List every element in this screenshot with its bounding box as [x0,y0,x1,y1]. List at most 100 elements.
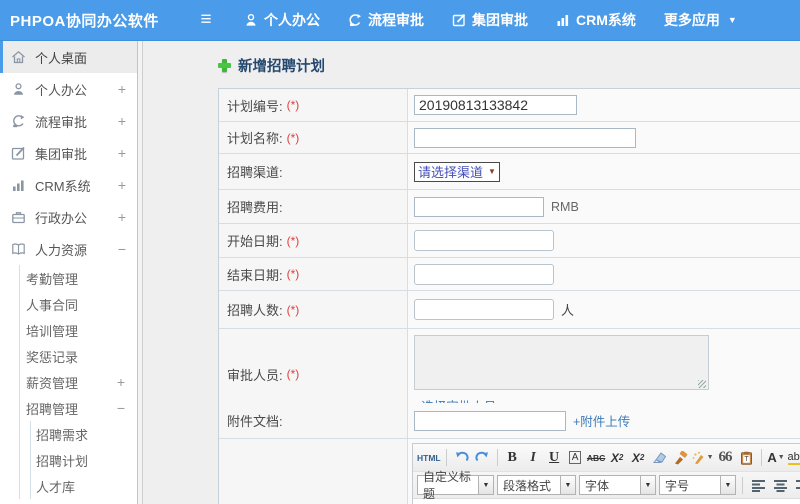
topnav-label: 更多应用 [663,12,720,28]
sidebar-item-rewards[interactable]: 奖惩记录 [20,343,137,369]
sidebar-item-recruit-demand[interactable]: 招聘需求 [31,421,137,447]
topnav-label: 个人办公 [264,12,320,28]
plan-no-input[interactable] [414,95,577,115]
sidebar-item-hr-contract[interactable]: 人事合同 [20,291,137,317]
select-caret-icon: ▼ [488,167,496,176]
edit-icon [452,13,466,27]
sidebar-item-attendance[interactable]: 考勤管理 [20,265,137,291]
align-left-button[interactable] [749,475,768,496]
sidebar-item-recruit-mgmt[interactable]: 招聘管理 − [20,395,137,421]
form-row-plan-name: 计划名称: (*) [219,121,800,153]
expand-plus-icon[interactable]: + [118,81,126,97]
sidebar-item-recruit-plan[interactable]: 招聘计划 [31,447,137,473]
sidebar-item-talent-pool[interactable]: 人才库 [31,473,137,499]
sidebar-item-group-approval[interactable]: 集团审批 + [0,137,137,169]
eraser-button[interactable] [650,447,669,468]
field-label: 招聘人数: (*) [219,291,408,328]
sidebar-item-crm[interactable]: CRM系统 + [0,169,137,201]
quote-button[interactable]: 66 [716,447,735,468]
topnav-personal-office[interactable]: 个人办公 [244,10,320,30]
sidebar-item-label: 招聘计划 [36,453,89,469]
required-mark: (*) [286,367,300,381]
channel-select[interactable]: 请选择渠道 ▼ [414,161,500,182]
bold-button[interactable]: B [503,447,522,468]
channel-select-value: 请选择渠道 [418,165,484,180]
flow-icon [348,13,362,27]
page-title-text: 新增招聘计划 [238,58,325,75]
format-brush-button[interactable] [671,447,690,468]
expand-plus-icon[interactable]: + [118,177,126,193]
sidebar-submenu-hr: 考勤管理 人事合同 培训管理 奖惩记录 薪资管理 + 招聘管理 − 招聘需求 招聘计… [19,265,137,499]
toolbar-separator [445,449,447,466]
italic-button[interactable]: I [524,447,543,468]
field-label: 计划编号: (*) [219,89,408,121]
border-a-button[interactable]: A [566,447,585,468]
topnav-label: 流程审批 [368,12,424,28]
html-source-button[interactable]: HTML [417,447,441,468]
expand-plus-icon[interactable]: + [118,113,126,129]
plan-name-input[interactable] [414,127,636,148]
topnav-group-approval[interactable]: 集团审批 [452,10,528,30]
attachment-upload-link[interactable]: +附件上传 [573,411,630,430]
start-date-input[interactable] [414,230,554,251]
sidebar-item-personal-office[interactable]: 个人办公 + [0,73,137,105]
paste-text-button[interactable]: T [737,447,756,468]
topnav-more-apps[interactable]: 更多应用 ▼ [664,10,737,30]
sidebar-item-label: 集团审批 [35,146,88,162]
expand-plus-icon[interactable]: + [118,145,126,161]
collapse-minus-icon[interactable]: − [118,241,126,257]
align-right-button[interactable] [793,475,800,496]
editor-toolbar-row1: HTML B I U A ABC X2 X2 ▼ 66 T A ▼ ab [413,444,800,471]
sidebar-item-label: 个人桌面 [35,50,88,66]
hamburger-menu-icon[interactable]: ≡ [186,9,226,31]
autotype-button[interactable]: ▼ [692,447,714,468]
edit-icon [11,146,27,160]
font-family-select[interactable]: 字体 ▼ [579,475,656,495]
approvers-textarea[interactable] [414,335,709,390]
custom-title-select[interactable]: 自定义标题 ▼ [417,470,494,501]
align-center-icon [774,479,787,492]
attachment-input[interactable] [414,410,566,431]
svg-text:T: T [744,456,749,463]
collapse-minus-icon[interactable]: − [117,400,125,416]
book-icon [11,242,27,256]
undo-button[interactable] [452,447,471,468]
recruitment-plan-form: 计划编号:(*) 计划名称:(*) 招聘渠道: 请选择渠道 ▼ 招聘费用: RM… [218,88,800,504]
underline-button[interactable]: U [545,447,564,468]
redo-button[interactable] [473,447,492,468]
superscript-button[interactable]: X2 [608,447,627,468]
required-mark: (*) [286,302,300,317]
font-size-select[interactable]: 字号 ▼ [659,475,736,495]
topnav-flow-approval[interactable]: 流程审批 [348,10,424,30]
sidebar-item-desktop[interactable]: 个人桌面 [0,41,137,73]
caret-down-icon: ▼ [720,476,735,494]
expand-plus-icon[interactable]: + [117,374,125,390]
subscript-mark: 2 [639,453,645,462]
form-row-content-editor: HTML B I U A ABC X2 X2 ▼ 66 T A ▼ ab 自定义… [219,438,800,504]
align-center-button[interactable] [771,475,790,496]
strikethrough-button[interactable]: ABC [587,447,606,468]
field-label: 附件文档: [219,403,408,438]
font-color-glyph: A [767,450,777,465]
custom-title-select-value: 自定义标题 [423,470,472,501]
headcount-input[interactable] [414,299,554,320]
sidebar-item-salary[interactable]: 薪资管理 + [20,369,137,395]
subscript-button[interactable]: X2 [629,447,648,468]
sidebar-item-flow-approval[interactable]: 流程审批 + [0,105,137,137]
toolbar-separator [760,449,762,466]
eraser-icon [652,452,666,463]
form-row-channel: 招聘渠道: 请选择渠道 ▼ [219,153,800,189]
font-color-button[interactable]: A ▼ [767,447,786,468]
sidebar-item-training[interactable]: 培训管理 [20,317,137,343]
fee-input[interactable] [414,196,544,217]
sidebar-item-admin-office[interactable]: 行政办公 + [0,201,137,233]
field-value [408,122,800,153]
sidebar-item-hr[interactable]: 人力资源 − [0,233,137,265]
highlight-color-button[interactable]: ab▼ [787,447,800,468]
paragraph-format-select[interactable]: 段落格式 ▼ [497,475,576,495]
expand-plus-icon[interactable]: + [118,209,126,225]
topnav-crm[interactable]: CRM系统 [556,10,636,30]
sidebar-item-label: 个人办公 [35,82,88,98]
end-date-input[interactable] [414,263,554,285]
field-label-text: 开始日期: [227,234,283,249]
